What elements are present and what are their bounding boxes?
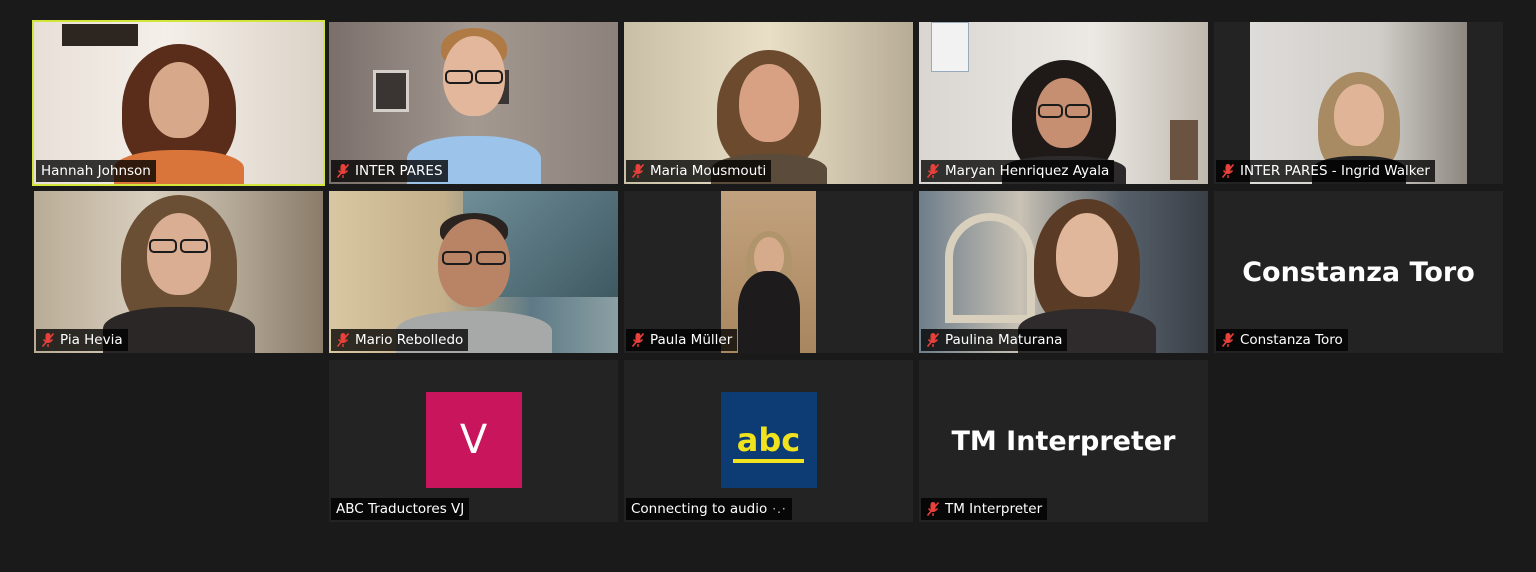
profile-avatar: V: [425, 392, 522, 488]
microphone-muted-icon: [926, 501, 940, 517]
video-tile-pia-hevia[interactable]: Pia Hevia: [34, 191, 323, 353]
participant-name-label: Mario Rebolledo: [331, 329, 469, 351]
video-tile-inter-pares[interactable]: INTER PARES: [329, 22, 618, 184]
microphone-muted-icon: [336, 163, 350, 179]
video-tile-connecting[interactable]: abc Connecting to audio ·.·: [624, 360, 913, 522]
participant-name-label: Maryan Henriquez Ayala: [921, 160, 1115, 182]
avatar-initial: V: [459, 417, 488, 463]
microphone-muted-icon: [926, 163, 940, 179]
participant-figure: [734, 231, 804, 353]
video-tile-tm-interpreter[interactable]: TM Interpreter TM Interpreter: [919, 360, 1208, 522]
gallery-view: Hannah Johnson INTER PARES Maria Mousmou…: [0, 0, 1536, 572]
abc-logo-text: abc: [736, 421, 801, 459]
participant-name-label: ABC Traductores VJ: [331, 498, 470, 520]
participant-name-label: INTER PARES: [331, 160, 448, 182]
participant-name-label: Paula Müller: [626, 329, 738, 351]
video-tile-ingrid-walker[interactable]: INTER PARES - Ingrid Walker: [1214, 22, 1503, 184]
profile-avatar-abc-logo: abc: [720, 392, 817, 488]
video-tile-maria-mousmouti[interactable]: Maria Mousmouti: [624, 22, 913, 184]
video-tile-maryan-henriquez-ayala[interactable]: Maryan Henriquez Ayala: [919, 22, 1208, 184]
video-tile-paulina-maturana[interactable]: Paulina Maturana: [919, 191, 1208, 353]
microphone-muted-icon: [336, 332, 350, 348]
microphone-muted-icon: [631, 332, 645, 348]
video-tile-constanza-toro[interactable]: Constanza Toro Constanza Toro: [1214, 191, 1503, 353]
video-tile-abc-traductores-vj[interactable]: V ABC Traductores VJ: [329, 360, 618, 522]
connecting-dots-icon: ·.·: [772, 502, 787, 516]
video-tile-mario-rebolledo[interactable]: Mario Rebolledo: [329, 191, 618, 353]
microphone-muted-icon: [1221, 163, 1235, 179]
participant-name-label: Hannah Johnson: [36, 160, 156, 182]
participant-name-label: Constanza Toro: [1216, 329, 1348, 351]
microphone-muted-icon: [631, 163, 645, 179]
participant-name-label: Pia Hevia: [36, 329, 128, 351]
microphone-muted-icon: [41, 332, 55, 348]
participant-name-label: TM Interpreter: [921, 498, 1048, 520]
microphone-muted-icon: [926, 332, 940, 348]
video-tile-hannah-johnson[interactable]: Hannah Johnson: [32, 20, 325, 186]
video-tile-paula-muller[interactable]: Paula Müller: [624, 191, 913, 353]
participant-name-label: Maria Mousmouti: [626, 160, 772, 182]
participant-name-label: INTER PARES - Ingrid Walker: [1216, 160, 1435, 182]
microphone-muted-icon: [1221, 332, 1235, 348]
participant-name-label: Connecting to audio ·.·: [626, 498, 792, 520]
participant-name-label: Paulina Maturana: [921, 329, 1068, 351]
